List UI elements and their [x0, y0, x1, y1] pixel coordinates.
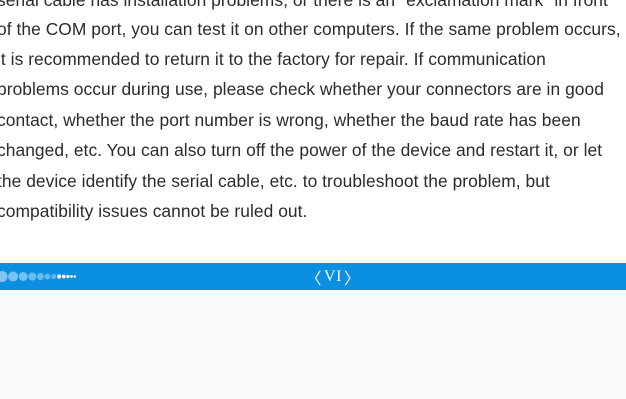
decorative-dot: [66, 274, 70, 279]
decorative-dot: [18, 272, 28, 281]
decorative-dot: [44, 273, 51, 280]
decorative-dot: [28, 272, 37, 281]
page-number-label: VI: [324, 267, 342, 285]
paragraph-line: it is recommended to return it to the fa…: [0, 49, 546, 69]
paragraph-line: compatibility issues cannot be ruled out…: [0, 201, 308, 221]
paragraph-line: the device identify the serial cable, et…: [0, 171, 550, 191]
page-number: 〈 VI 〉: [300, 263, 366, 290]
decorative-dot: [8, 271, 19, 282]
decorative-dot: [36, 273, 44, 280]
decorative-dots-icon: [0, 271, 77, 282]
page-footer-bar: 〈 VI 〉: [0, 263, 626, 290]
paragraph-line: changed, etc. You can also turn off the …: [0, 140, 603, 160]
decorative-dot: [61, 274, 66, 279]
decorative-dot: [70, 275, 73, 278]
chevron-right-icon: 〉: [343, 270, 361, 288]
paragraph-line: of the COM port, you can test it on othe…: [0, 19, 621, 39]
decorative-dot: [56, 274, 62, 279]
decorative-dot: [0, 271, 8, 282]
paragraph-line: serial cable has installation problems, …: [0, 0, 608, 10]
decorative-dot: [73, 275, 77, 278]
chevron-left-icon: 〈: [305, 270, 323, 288]
document-page: serial cable has installation problems, …: [0, 0, 626, 262]
paragraph-line: problems occur during use, please check …: [0, 79, 604, 99]
paragraph-line: contact, whether the port number is wron…: [0, 110, 581, 130]
decorative-dot: [51, 273, 57, 280]
blank-page-area: [0, 290, 626, 399]
